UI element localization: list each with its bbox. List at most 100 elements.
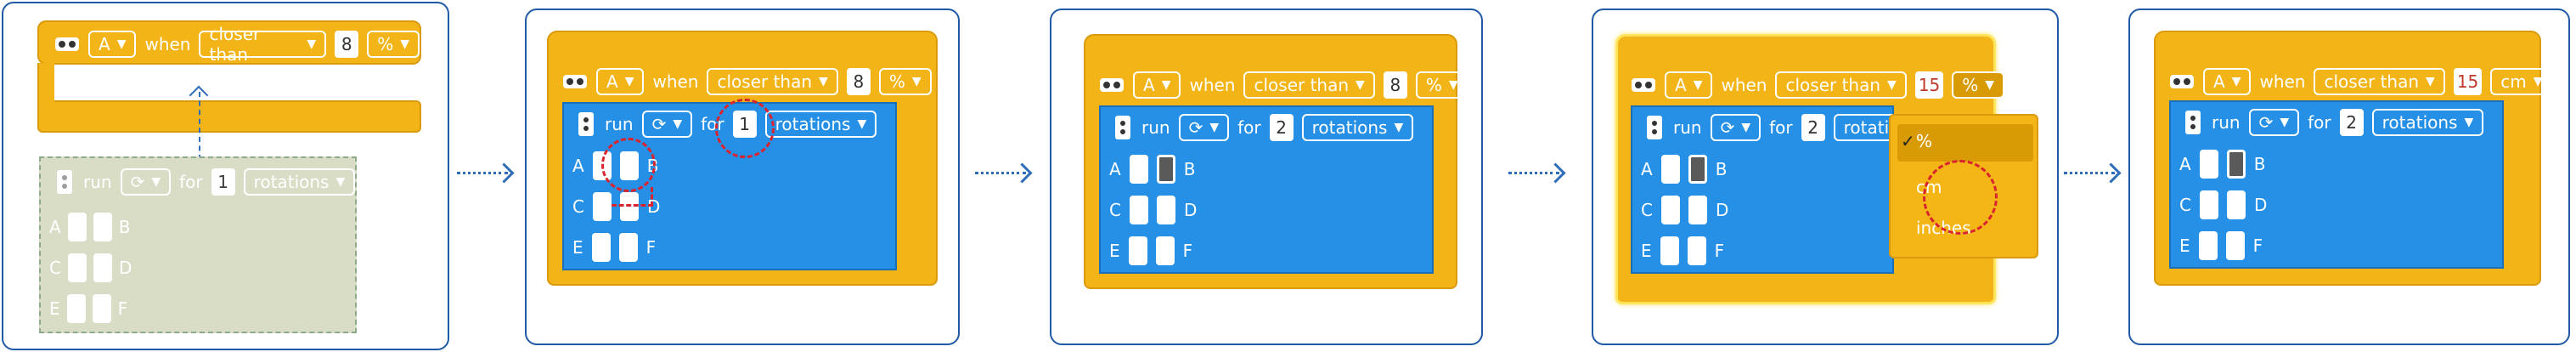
port-label-f: F: [117, 298, 128, 319]
distance-value-input[interactable]: 8: [846, 68, 871, 95]
step-panel-2: A ▼ when closer than ▼ 8 % ▼ run ⟳ ▼ for 1 r…: [525, 9, 960, 345]
rotate-icon: ⟳: [2258, 112, 2274, 133]
menu-item-percent[interactable]: %: [1916, 131, 1932, 151]
rotations-value-input[interactable]: 2: [1801, 114, 1825, 141]
distance-value-input[interactable]: 15: [2453, 68, 2483, 95]
port-f-slot[interactable]: [1687, 236, 1706, 265]
port-c-slot[interactable]: [1129, 196, 1148, 224]
event-block[interactable]: A ▼ when closer than ▼ 8 % ▼: [37, 20, 421, 65]
port-b-slot-selected[interactable]: [1156, 155, 1175, 184]
rotations-value-input[interactable]: 2: [1269, 114, 1294, 141]
chevron-down-icon: ▼: [819, 75, 828, 88]
port-label-e: E: [1641, 241, 1652, 261]
port-f-slot[interactable]: [92, 294, 111, 323]
port-a-slot[interactable]: [67, 213, 87, 241]
comparator-dropdown[interactable]: closer than ▼: [1775, 71, 1907, 99]
chevron-down-icon: ▼: [1887, 78, 1897, 92]
chevron-down-icon: ▼: [1209, 121, 1220, 134]
port-c-slot[interactable]: [67, 253, 87, 282]
direction-dropdown[interactable]: ⟳ ▼: [1178, 114, 1230, 141]
port-f-slot[interactable]: [1155, 236, 1175, 265]
rotations-value-input[interactable]: 2: [2339, 109, 2364, 136]
direction-dropdown[interactable]: ⟳ ▼: [641, 111, 693, 138]
port-c-slot[interactable]: [1660, 196, 1680, 224]
unit-value: %: [888, 71, 905, 92]
run-label: run: [1141, 117, 1170, 138]
port-f-slot[interactable]: [2225, 231, 2245, 260]
port-value: A: [99, 34, 110, 54]
rotations-value-input[interactable]: 1: [211, 168, 235, 196]
unit-dropdown-open[interactable]: % ▼: [1952, 71, 2005, 99]
port-e-slot[interactable]: [66, 294, 86, 323]
comparator-value: closer than: [1785, 75, 1881, 95]
highlight-circle-cm: [1923, 160, 1998, 235]
rotations-dropdown[interactable]: rotations ▼: [1301, 114, 1414, 141]
port-a-slot[interactable]: [2199, 150, 2218, 179]
chevron-down-icon: ▼: [624, 75, 634, 88]
distance-value-input[interactable]: 15: [1914, 71, 1944, 99]
motor-pair-icon: [1113, 114, 1133, 141]
port-b-slot-selected[interactable]: [2226, 150, 2246, 179]
run-block[interactable]: run ⟳ ▼ for 2 rotations AB CD EF: [1631, 105, 1930, 274]
port-e-slot[interactable]: [591, 233, 611, 262]
chevron-down-icon: ▼: [400, 37, 409, 51]
step-arrow: [2064, 172, 2115, 176]
comparator-dropdown[interactable]: closer than ▼: [199, 24, 327, 65]
port-d-slot[interactable]: [1156, 196, 1175, 224]
port-a-slot[interactable]: [1129, 155, 1148, 184]
unit-dropdown[interactable]: % ▼: [1415, 71, 1468, 99]
port-dropdown[interactable]: A ▼: [2203, 68, 2252, 95]
port-e-slot[interactable]: [1128, 236, 1147, 265]
distance-sensor-icon: [1631, 76, 1656, 94]
port-dropdown[interactable]: A ▼: [596, 68, 645, 95]
port-b-slot[interactable]: [93, 213, 112, 241]
motor-pair-icon: [2183, 109, 2203, 136]
port-b-slot-selected[interactable]: [1688, 155, 1707, 184]
rotations-label: rotations: [2382, 112, 2458, 133]
port-e-slot[interactable]: [1660, 236, 1679, 265]
rotations-dropdown[interactable]: rotations ▼: [243, 168, 356, 196]
distance-value-input[interactable]: 8: [1383, 71, 1407, 99]
port-label-c: C: [2179, 195, 2191, 215]
step-panel-3: A ▼ when closer than ▼ 8 % ▼ run ⟳ ▼ for 2 r…: [1050, 9, 1483, 345]
for-label: for: [2308, 112, 2331, 133]
step-panel-5: A ▼ when closer than ▼ 15 cm ▼ run ⟳ ▼ for 2…: [2128, 9, 2570, 345]
port-label-f: F: [645, 237, 657, 258]
port-dropdown[interactable]: A ▼: [1665, 71, 1713, 99]
comparator-dropdown[interactable]: closer than ▼: [1243, 71, 1375, 99]
port-label-c: C: [572, 196, 584, 217]
rotations-dropdown[interactable]: rotations ▼: [764, 111, 877, 138]
port-d-slot[interactable]: [93, 253, 112, 282]
run-block[interactable]: run ⟳ ▼ for 2 rotations ▼ AB CD EF: [1099, 105, 1434, 274]
direction-dropdown[interactable]: ⟳ ▼: [120, 168, 172, 196]
comparator-value: closer than: [209, 24, 261, 65]
run-block[interactable]: run ⟳ ▼ for 2 rotations ▼ AB CD EF: [2169, 100, 2504, 269]
port-c-slot[interactable]: [2199, 190, 2218, 219]
chevron-down-icon: ▼: [1394, 121, 1404, 134]
unit-dropdown[interactable]: cm ▼: [2490, 68, 2553, 95]
port-dropdown[interactable]: A ▼: [88, 31, 137, 58]
comparator-value: closer than: [1254, 75, 1350, 95]
unit-value: cm: [2500, 71, 2527, 92]
unit-dropdown[interactable]: % ▼: [878, 68, 932, 95]
port-dropdown[interactable]: A ▼: [1133, 71, 1181, 99]
distance-value-input[interactable]: 8: [335, 31, 359, 58]
port-d-slot[interactable]: [1688, 196, 1707, 224]
for-label: for: [179, 172, 203, 192]
rotations-dropdown[interactable]: rotations ▼: [2371, 109, 2484, 136]
port-c-slot[interactable]: [592, 192, 612, 221]
dragged-run-block[interactable]: run ⟳ ▼ for 1 rotations ▼ AB CD EF: [39, 156, 357, 333]
port-a-slot[interactable]: [1660, 155, 1680, 184]
direction-dropdown[interactable]: ⟳ ▼: [2248, 109, 2300, 136]
motor-pair-icon: [1644, 114, 1665, 141]
port-d-slot[interactable]: [2226, 190, 2246, 219]
unit-dropdown[interactable]: % ▼: [367, 31, 420, 58]
direction-dropdown[interactable]: ⟳ ▼: [1710, 114, 1761, 141]
port-e-slot[interactable]: [2198, 231, 2218, 260]
step-panel-4: A ▼ when closer than ▼ 15 % ▼ run ⟳ ▼ for 2 …: [1592, 9, 2059, 345]
port-label-b: B: [1183, 159, 1196, 179]
comparator-dropdown[interactable]: closer than ▼: [707, 68, 838, 95]
port-f-slot[interactable]: [618, 233, 638, 262]
rotate-icon: ⟳: [130, 172, 145, 192]
comparator-dropdown[interactable]: closer than ▼: [2314, 68, 2445, 95]
